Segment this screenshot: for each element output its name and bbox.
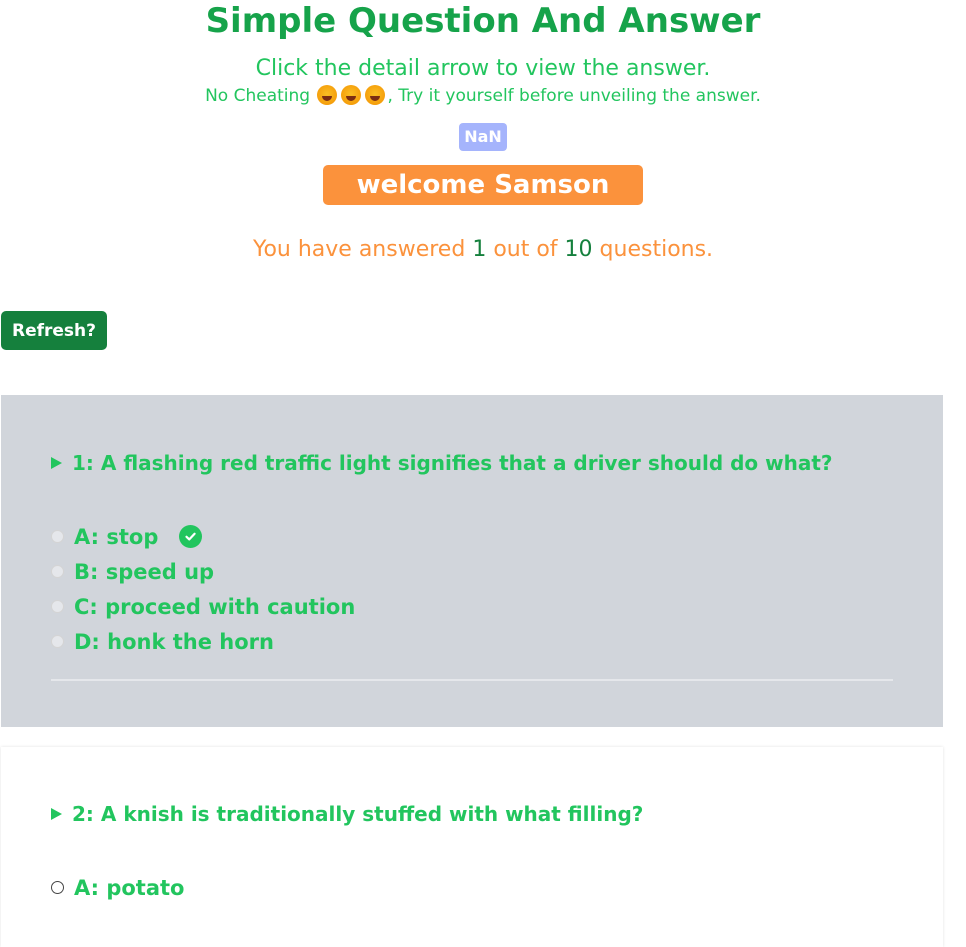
disclosure-arrow-icon (51, 808, 62, 820)
answer-option[interactable]: D: honk the horn (51, 624, 893, 659)
radio-button[interactable] (51, 881, 64, 894)
answer-option[interactable]: C: proceed with caution (51, 589, 893, 624)
option-label: A: stop (74, 524, 159, 549)
progress-middle: out of (493, 237, 558, 262)
page-title: Simple Question And Answer (205, 1, 761, 41)
option-label: B: speed up (74, 559, 215, 584)
radio-button[interactable] (51, 635, 64, 648)
rolling-on-floor-laughing-emoji-icon (317, 85, 338, 105)
radio-button[interactable] (51, 565, 64, 578)
option-label: A: potato (74, 875, 185, 900)
question-summary-toggle[interactable]: 1: A flashing red traffic light signifie… (51, 449, 893, 477)
answer-options: A: stop B: speed up C: proceed with caut… (51, 519, 893, 659)
progress-suffix: questions. (599, 237, 714, 262)
answer-option[interactable]: A: potato (51, 870, 893, 905)
question-title: 1: A flashing red traffic light signifie… (72, 451, 833, 475)
refresh-button[interactable]: Refresh? (1, 311, 107, 350)
grinning-emoji-icon (341, 85, 362, 105)
hint-suffix: , Try it yourself before unveiling the a… (387, 86, 761, 106)
divider (51, 679, 893, 681)
radio-button[interactable] (51, 530, 64, 543)
radio-button[interactable] (51, 600, 64, 613)
option-label: C: proceed with caution (74, 594, 356, 619)
answered-count: 1 (472, 237, 487, 262)
progress-text: You have answered 1 out of 10 questions. (0, 233, 966, 267)
answer-option[interactable]: A: stop (51, 519, 893, 554)
answer-options: A: potato (51, 870, 893, 905)
shushing-emoji-icon (365, 85, 386, 105)
page-header: Simple Question And Answer Click the det… (0, 0, 966, 267)
score-badge: NaN (459, 123, 507, 151)
question-card: 1: A flashing red traffic light signifie… (1, 395, 943, 727)
option-label: D: honk the horn (74, 629, 274, 654)
cheating-hint: No Cheating , Try it yourself before unv… (0, 84, 966, 108)
disclosure-arrow-icon (51, 457, 62, 469)
question-title: 2: A knish is traditionally stuffed with… (72, 802, 644, 826)
answer-option[interactable]: B: speed up (51, 554, 893, 589)
question-card: 2: A knish is traditionally stuffed with… (1, 747, 943, 947)
hint-prefix: No Cheating (205, 86, 311, 106)
question-summary-toggle[interactable]: 2: A knish is traditionally stuffed with… (51, 800, 893, 828)
page-subtitle: Click the detail arrow to view the answe… (255, 56, 711, 81)
progress-prefix: You have answered (252, 237, 466, 262)
total-count: 10 (564, 237, 593, 262)
check-circle-icon (179, 525, 203, 548)
welcome-banner: welcome Samson (323, 165, 643, 205)
